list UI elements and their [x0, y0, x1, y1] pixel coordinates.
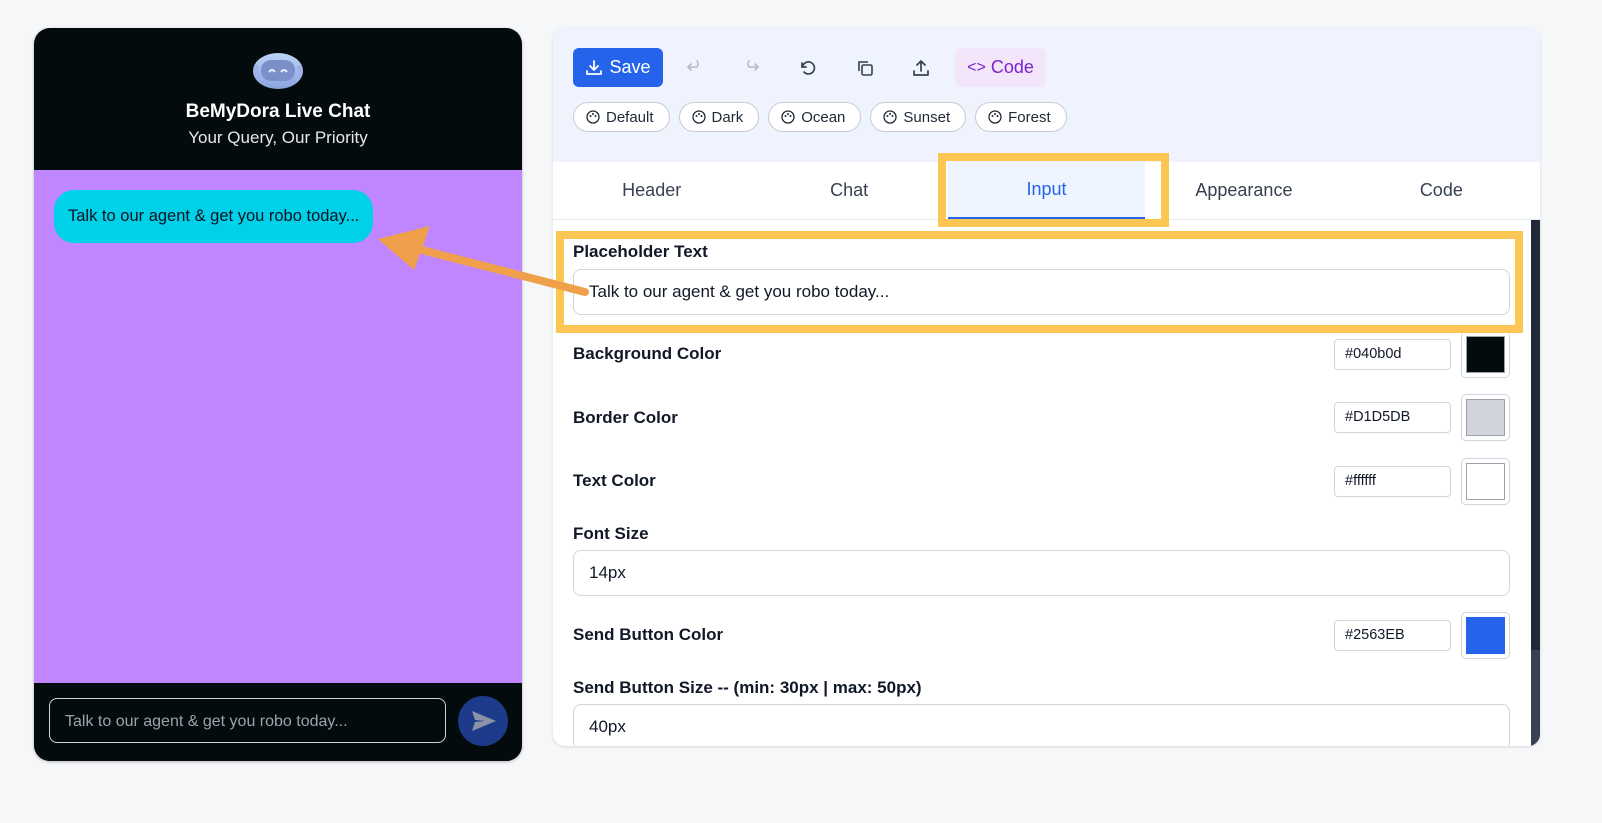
annotation-arrow — [378, 226, 589, 296]
